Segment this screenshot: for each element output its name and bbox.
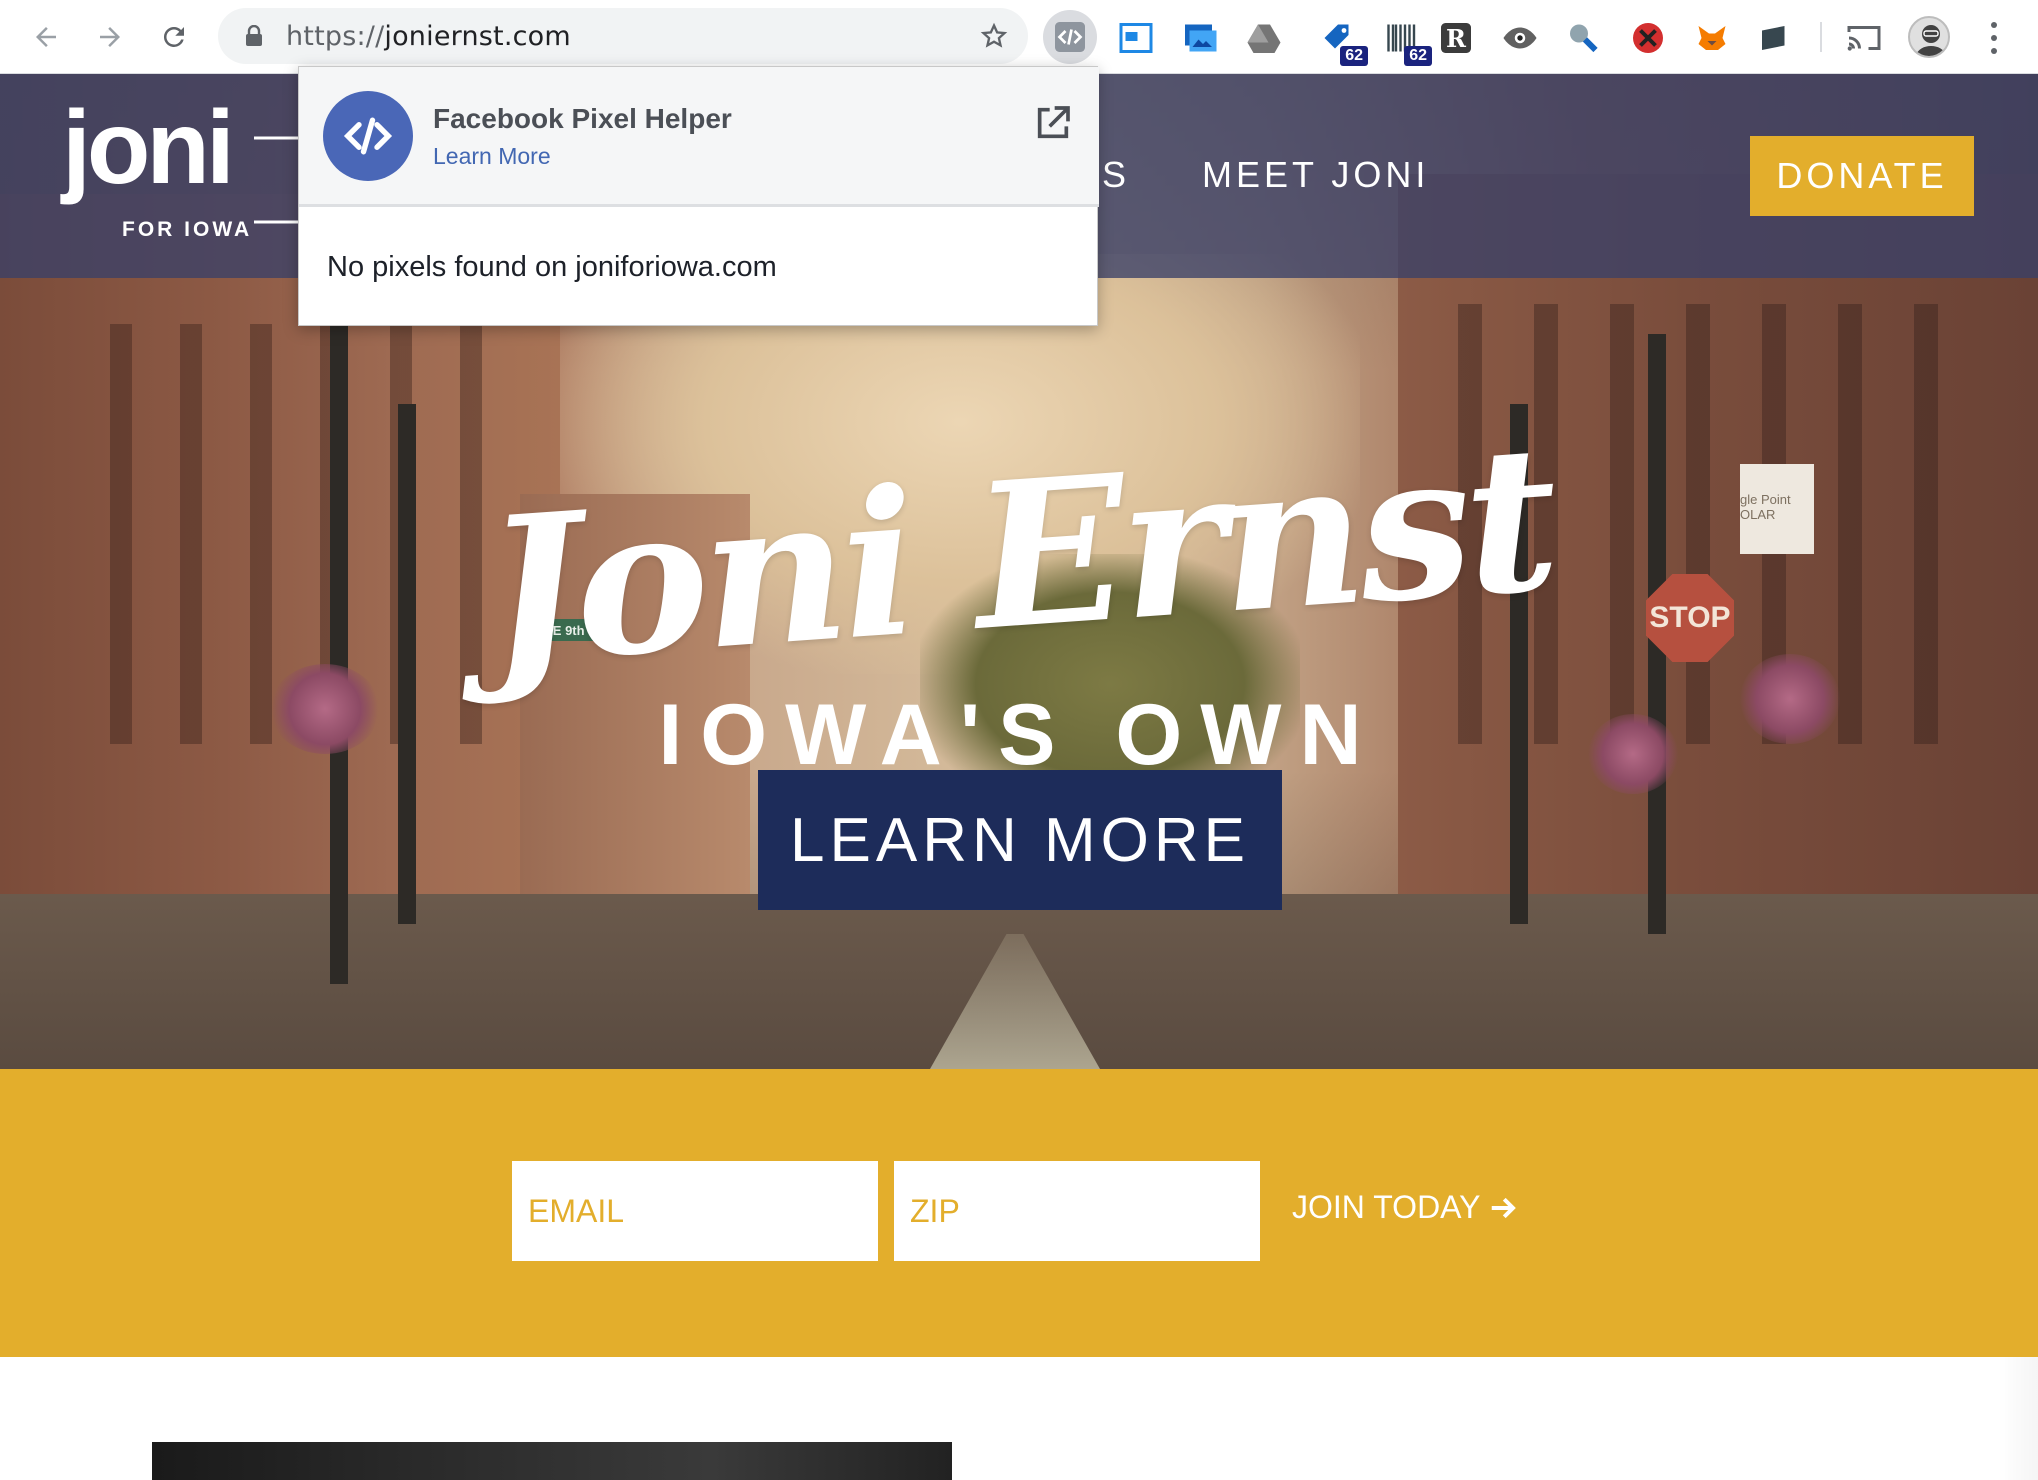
url-scheme: https:// <box>286 21 385 52</box>
forward-button[interactable] <box>90 17 130 57</box>
back-button[interactable] <box>26 17 66 57</box>
popup-title: Facebook Pixel Helper <box>433 103 732 134</box>
cast-icon <box>1847 26 1881 51</box>
extension-b[interactable]: 62 <box>1380 16 1432 66</box>
join-today-button[interactable]: JOIN TODAY <box>1292 1189 1518 1226</box>
reload-icon <box>163 26 184 47</box>
cast-button[interactable] <box>1842 16 1886 60</box>
magnifier-icon <box>1570 24 1598 53</box>
drive-extension[interactable] <box>1242 16 1286 60</box>
r-logo-icon: R <box>1441 23 1471 53</box>
toolbar-divider <box>1820 22 1822 52</box>
logo-word: joni <box>62 90 235 206</box>
card-icon <box>1762 26 1785 50</box>
code-icon <box>343 117 393 155</box>
fox-icon <box>1698 26 1726 50</box>
signup-band: JOIN TODAY <box>0 1069 2038 1357</box>
donate-button[interactable]: DONATE <box>1750 136 1974 216</box>
readability-extension[interactable]: R <box>1434 16 1478 60</box>
extension-c[interactable] <box>1752 16 1796 60</box>
window-icon <box>1119 23 1153 53</box>
logo-subtitle: FOR IOWA <box>122 218 253 241</box>
hero-tagline: IOWA'S OWN <box>658 687 1380 783</box>
extension-a[interactable]: 62 <box>1316 16 1368 66</box>
lower-section <box>0 1357 2038 1480</box>
url-text: https://joniernst.com <box>286 21 571 52</box>
block-icon <box>1633 23 1663 53</box>
extension-badge: 62 <box>1340 46 1368 66</box>
facebook-pixel-helper-extension[interactable] <box>1043 10 1097 64</box>
profile-avatar[interactable] <box>1908 16 1950 58</box>
join-today-label: JOIN TODAY <box>1292 1189 1481 1225</box>
person-icon <box>1915 25 1947 56</box>
popup-header: Facebook Pixel Helper Learn More <box>299 67 1099 207</box>
arrow-right-icon <box>1492 1197 1517 1218</box>
eye-icon <box>1503 27 1537 49</box>
window-capture-extension[interactable] <box>1114 16 1158 60</box>
address-bar[interactable]: https://joniernst.com <box>218 8 1028 64</box>
browser-toolbar: https://joniernst.com 62 62 R <box>0 0 2038 74</box>
arrow-left-icon <box>36 27 56 47</box>
pixel-helper-logo <box>323 91 413 181</box>
code-icon <box>1055 22 1085 52</box>
metamask-extension[interactable] <box>1690 16 1734 60</box>
drive-icon <box>1247 24 1281 53</box>
lock-icon <box>246 25 262 46</box>
svg-text:R: R <box>1446 24 1467 53</box>
zip-input[interactable] <box>894 1161 1260 1261</box>
pixel-helper-popup: Facebook Pixel Helper Learn More No pixe… <box>298 66 1099 326</box>
site-logo[interactable]: joni FOR IOWA <box>62 96 344 242</box>
blocker-extension[interactable] <box>1626 16 1670 60</box>
nav-link-meet-joni[interactable]: MEET JONI <box>1202 154 1429 196</box>
learn-more-button[interactable]: LEARN MORE <box>758 770 1282 910</box>
open-external-icon[interactable] <box>1033 103 1073 143</box>
eye-extension[interactable] <box>1498 16 1542 60</box>
lower-section-edge <box>1998 1357 2038 1480</box>
search-tool-extension[interactable] <box>1560 16 1604 60</box>
image-icon <box>1185 24 1217 52</box>
extension-badge: 62 <box>1404 46 1432 66</box>
screenshot-extension[interactable] <box>1178 16 1222 60</box>
browser-menu-button[interactable] <box>1980 18 2008 58</box>
popup-message: No pixels found on joniforiowa.com <box>327 251 777 283</box>
learn-more-link[interactable]: Learn More <box>433 143 551 170</box>
video-thumbnail[interactable] <box>152 1442 952 1480</box>
url-host: joniernst.com <box>384 21 571 52</box>
reload-button[interactable] <box>154 17 194 57</box>
arrow-right-icon <box>100 27 120 47</box>
email-input[interactable] <box>512 1161 878 1261</box>
bookmark-star-icon[interactable] <box>980 22 1008 50</box>
nav-link-partial[interactable]: S <box>1102 154 1130 196</box>
